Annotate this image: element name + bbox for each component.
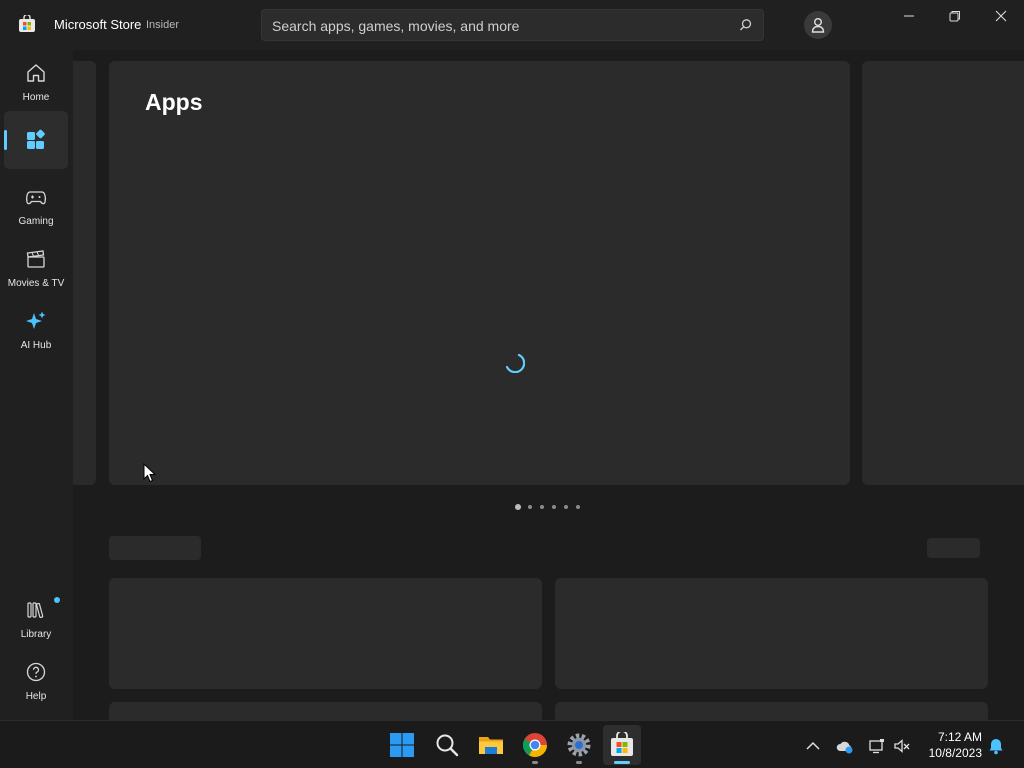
sparkle-icon [26,311,46,329]
help-icon [26,662,46,682]
search-placeholder: Search apps, games, movies, and more [272,18,520,34]
sidebar-item-library[interactable]: Library [4,591,68,649]
title-bar: Microsoft Store Insider Search apps, gam… [0,0,1024,50]
sidebar-item-label: Gaming [18,216,54,227]
system-clock[interactable]: 7:12 AM 10/8/2023 [920,729,982,761]
home-icon [27,64,45,82]
pager-dot[interactable] [552,505,556,509]
minimize-icon [904,15,914,17]
clock-date: 10/8/2023 [928,746,982,760]
close-icon [995,10,1007,22]
clapperboard-icon [26,250,45,268]
store-icon[interactable] [609,732,635,758]
pager-dot[interactable] [528,505,532,509]
sidebar-item-label: AI Hub [20,340,52,351]
chevron-up-icon[interactable] [804,737,822,755]
active-indicator [614,761,630,764]
skeleton-heading [109,536,201,560]
notification-bell-icon[interactable] [987,737,1005,755]
account-button[interactable] [804,11,832,39]
hero-card-previous[interactable] [73,61,96,485]
library-icon [27,602,44,619]
app-title: Microsoft Store [54,17,142,32]
active-indicator [4,130,7,150]
chrome-icon[interactable] [522,732,548,758]
sidebar-item-help[interactable]: Help [4,653,68,711]
search-icon[interactable] [434,732,460,758]
restore-button[interactable] [932,0,978,32]
loading-spinner-icon [505,353,525,373]
pager-dot[interactable] [540,505,544,509]
main-content: Apps [73,50,1024,720]
search-input[interactable]: Search apps, games, movies, and more [261,9,764,41]
sidebar-item-gaming[interactable]: Gaming [4,178,68,236]
apps-icon [27,129,45,149]
user-icon [811,18,825,33]
file-explorer-icon[interactable] [478,732,504,758]
running-indicator [576,761,582,764]
onedrive-icon[interactable] [836,737,854,755]
sidebar-item-label: Home [22,92,50,103]
notification-dot [54,597,60,603]
skeleton-see-all [927,538,980,558]
minimize-button[interactable] [886,0,932,32]
gamepad-icon [25,191,47,205]
insider-badge: Insider [146,19,180,31]
store-logo-icon [19,15,35,32]
clock-time: 7:12 AM [937,730,982,744]
volume-muted-icon[interactable] [893,737,911,755]
start-icon[interactable] [389,732,415,758]
sidebar-item-apps[interactable] [4,111,68,169]
pager-dot[interactable] [515,504,521,510]
hero-card-next[interactable] [862,61,1024,485]
skeleton-card [555,702,988,720]
mouse-cursor-icon [143,463,157,483]
sidebar-item-label: Library [20,629,52,640]
close-button[interactable] [978,0,1024,32]
taskbar: 7:12 AM 10/8/2023 [0,720,1024,768]
settings-icon[interactable] [566,732,592,758]
sidebar-item-home[interactable]: Home [4,54,68,112]
skeleton-card [109,702,542,720]
sidebar-item-label: Movies & TV [7,278,65,289]
page-title: Apps [145,89,203,115]
pager-dot[interactable] [564,505,568,509]
running-indicator [532,761,538,764]
skeleton-card [109,578,542,689]
skeleton-card [555,578,988,689]
sidebar-item-movies[interactable]: Movies & TV [4,240,68,298]
search-icon[interactable] [739,18,753,32]
network-icon[interactable] [868,737,886,755]
hero-card[interactable]: Apps [109,61,850,485]
sidebar: Home Gaming Movies & TV AI Hub Library H… [0,50,73,720]
sidebar-item-label: Help [25,691,47,702]
restore-icon [949,11,960,22]
sidebar-item-ai-hub[interactable]: AI Hub [4,302,68,360]
pager-dot[interactable] [576,505,580,509]
